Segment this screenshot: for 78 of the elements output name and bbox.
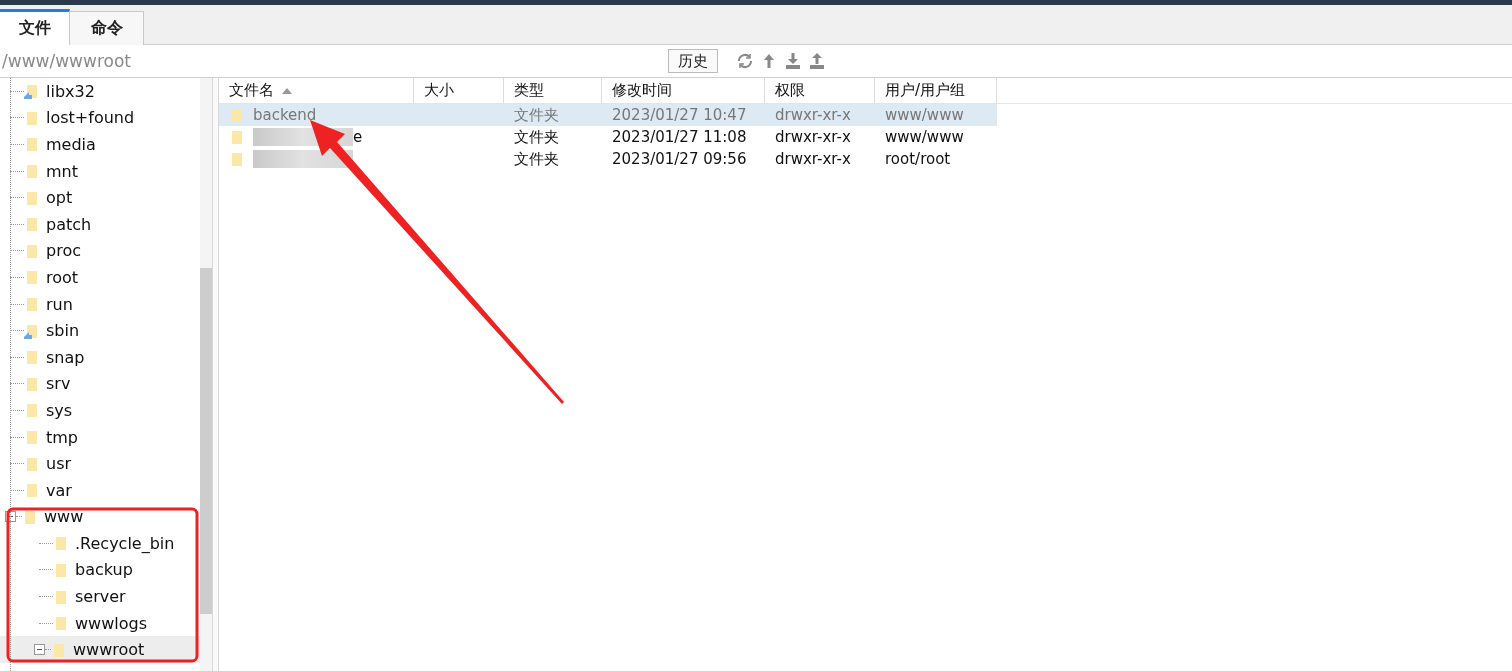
folder-icon	[24, 163, 40, 180]
tree-item[interactable]: www	[0, 503, 200, 531]
owner: root/root	[884, 149, 952, 170]
folder-icon	[53, 562, 69, 578]
tab[interactable]: 文件	[0, 9, 70, 45]
tree-item[interactable]: mnt	[0, 157, 200, 185]
folder-icon	[24, 189, 40, 206]
folder-icon	[24, 482, 40, 499]
tree-item[interactable]: server	[0, 583, 200, 610]
tree-item[interactable]: sys	[0, 397, 200, 424]
folder-icon	[24, 109, 40, 126]
collapse-icon[interactable]	[34, 644, 45, 656]
permissions: drwxr-xr-x	[774, 127, 852, 148]
folder-icon	[229, 151, 245, 167]
path-field[interactable]: /www/wwwroot	[0, 51, 662, 71]
column-header[interactable]: 大小	[414, 78, 504, 103]
tree-item[interactable]: wwwlogs	[0, 609, 200, 637]
folder-icon	[53, 615, 69, 632]
folder-link-icon	[24, 83, 40, 100]
folder-link-icon	[24, 322, 40, 339]
folder-icon	[51, 641, 67, 658]
tree-item[interactable]: root	[0, 264, 200, 291]
folder-icon	[24, 296, 40, 313]
folder-icon	[24, 269, 40, 286]
file-type: 文件夹	[513, 104, 560, 126]
column-header[interactable]: 权限	[765, 78, 875, 103]
tree-item[interactable]: sbin	[0, 317, 200, 344]
download-icon[interactable]	[784, 52, 802, 70]
tree-item[interactable]: libx32	[0, 78, 200, 105]
tree-item[interactable]: snap	[0, 343, 200, 371]
tree-item[interactable]: lost+found	[0, 104, 200, 132]
tree-item[interactable]: backup	[0, 556, 200, 584]
folder-icon	[53, 588, 69, 605]
owner: www/www	[884, 105, 965, 126]
history-button[interactable]: 历史	[668, 49, 718, 73]
permissions: drwxr-xr-x	[774, 149, 852, 170]
tree-item[interactable]: opt	[0, 184, 200, 211]
folder-icon	[24, 402, 40, 419]
tree-item[interactable]: run	[0, 290, 200, 318]
refresh-icon[interactable]	[736, 52, 754, 70]
file-type: 文件夹	[513, 126, 560, 148]
tree-item[interactable]: media	[0, 131, 200, 158]
folder-icon	[24, 242, 40, 259]
tree-item[interactable]: tmp	[0, 423, 200, 451]
folder-icon	[24, 375, 40, 392]
sort-ascending-icon	[282, 87, 292, 94]
column-header[interactable]: 文件名	[219, 78, 414, 103]
modified-time: 2023/01/27 10:47	[611, 105, 748, 126]
column-header[interactable]: 类型	[504, 78, 602, 103]
modified-time: 2023/01/27 11:08	[611, 127, 748, 148]
owner: www/www	[884, 127, 965, 148]
folder-icon	[24, 455, 40, 472]
file-type: 文件夹	[513, 148, 560, 170]
tree-item[interactable]: usr	[0, 450, 200, 477]
column-header[interactable]: 修改时间	[602, 78, 765, 103]
tree-item[interactable]: proc	[0, 237, 200, 265]
file-row[interactable]: backend 文件夹 2023/01/27 10:47 drwxr-xr-x www/www	[219, 104, 997, 126]
tree-item[interactable]: .Recycle_bin	[0, 530, 200, 557]
folder-icon	[229, 129, 245, 145]
folder-icon	[24, 349, 40, 366]
file-name: backend	[253, 106, 317, 124]
folder-icon	[229, 107, 245, 123]
folder-icon	[24, 216, 40, 233]
file-name: e	[353, 128, 363, 146]
tree-item[interactable]: srv	[0, 370, 200, 398]
collapse-icon[interactable]	[5, 511, 16, 523]
folder-icon	[24, 136, 40, 153]
permissions: drwxr-xr-x	[774, 105, 852, 126]
tab[interactable]: 命令	[70, 11, 144, 45]
tree-item[interactable]: patch	[0, 210, 200, 238]
upload-icon[interactable]	[808, 52, 826, 70]
folder-icon	[53, 535, 69, 552]
modified-time: 2023/01/27 09:56	[611, 149, 748, 170]
folder-icon	[22, 508, 38, 525]
tree-item[interactable]: var	[0, 476, 200, 504]
folder-icon	[24, 429, 40, 445]
column-header[interactable]: 用户/用户组	[875, 78, 997, 103]
scrollbar[interactable]	[200, 78, 212, 671]
